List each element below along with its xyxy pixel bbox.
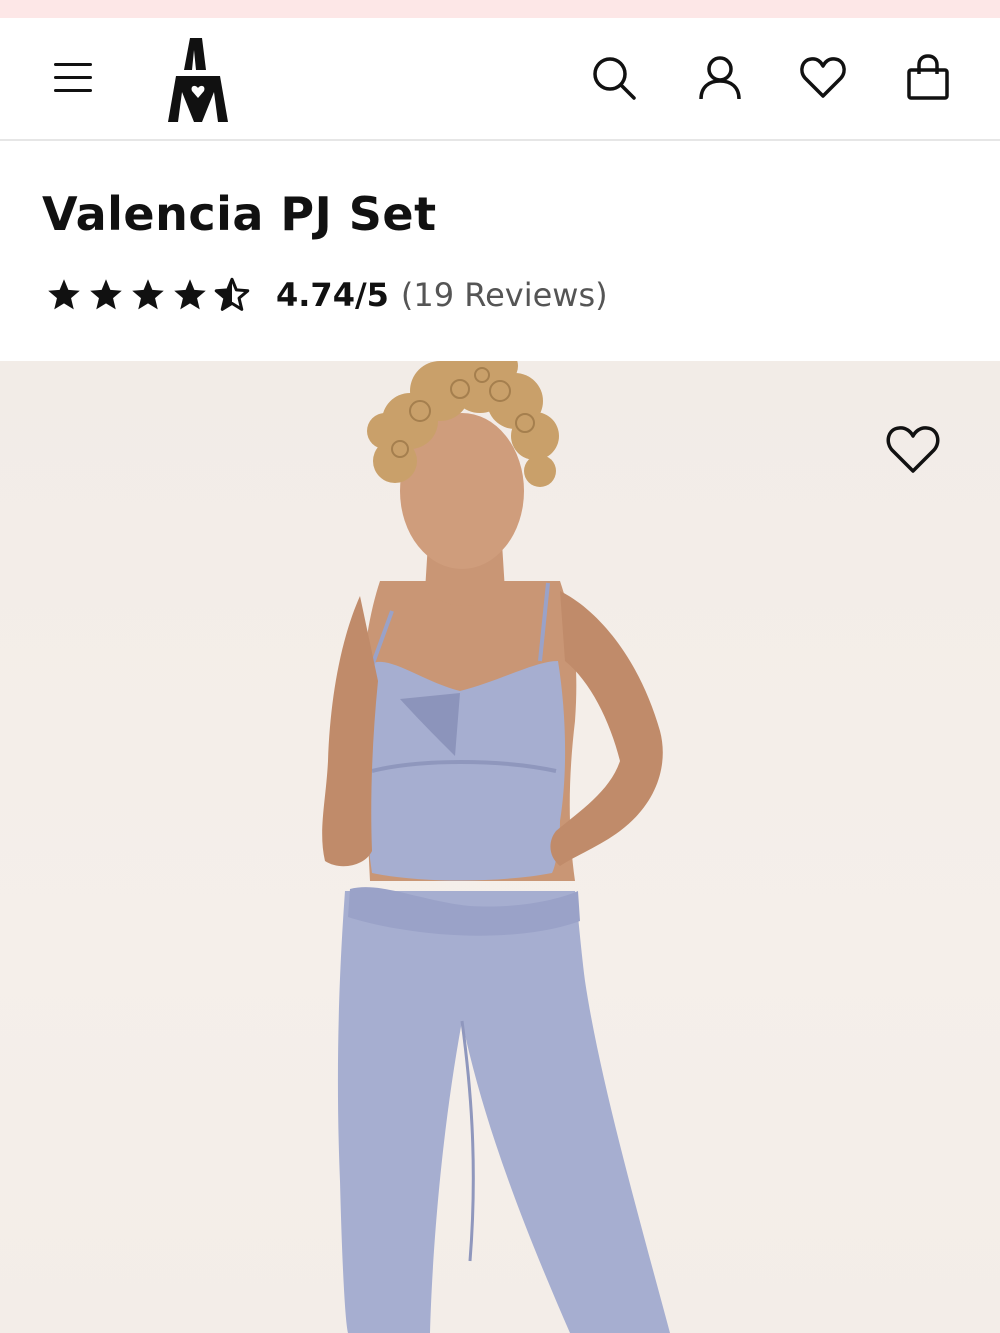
rating-row[interactable]: 4.74/5 (19 Reviews) <box>46 273 608 317</box>
rating-value: 4.74/5 <box>276 276 389 314</box>
star-full-icon <box>90 279 122 310</box>
promo-strip <box>0 0 1000 18</box>
account-icon[interactable] <box>696 54 744 102</box>
product-info: Valencia PJ Set 4.74/5 (19 Reviews) <box>0 141 1000 361</box>
search-icon[interactable] <box>590 54 638 102</box>
product-image[interactable] <box>0 361 1000 1333</box>
star-full-icon <box>132 279 164 310</box>
shopping-bag-icon[interactable] <box>904 54 952 102</box>
review-count-link[interactable]: (19 Reviews) <box>401 276 608 314</box>
star-half-icon <box>214 277 250 311</box>
star-full-icon <box>174 279 206 310</box>
am-logo-icon[interactable] <box>166 36 230 124</box>
model-photo <box>322 361 670 1333</box>
hamburger-menu-icon[interactable] <box>50 60 96 96</box>
star-full-icon <box>48 279 80 310</box>
heart-icon[interactable] <box>799 54 847 102</box>
star-rating <box>46 277 250 313</box>
wishlist-heart-icon[interactable] <box>885 423 941 475</box>
site-header <box>0 18 1000 141</box>
product-title: Valencia PJ Set <box>42 187 437 241</box>
